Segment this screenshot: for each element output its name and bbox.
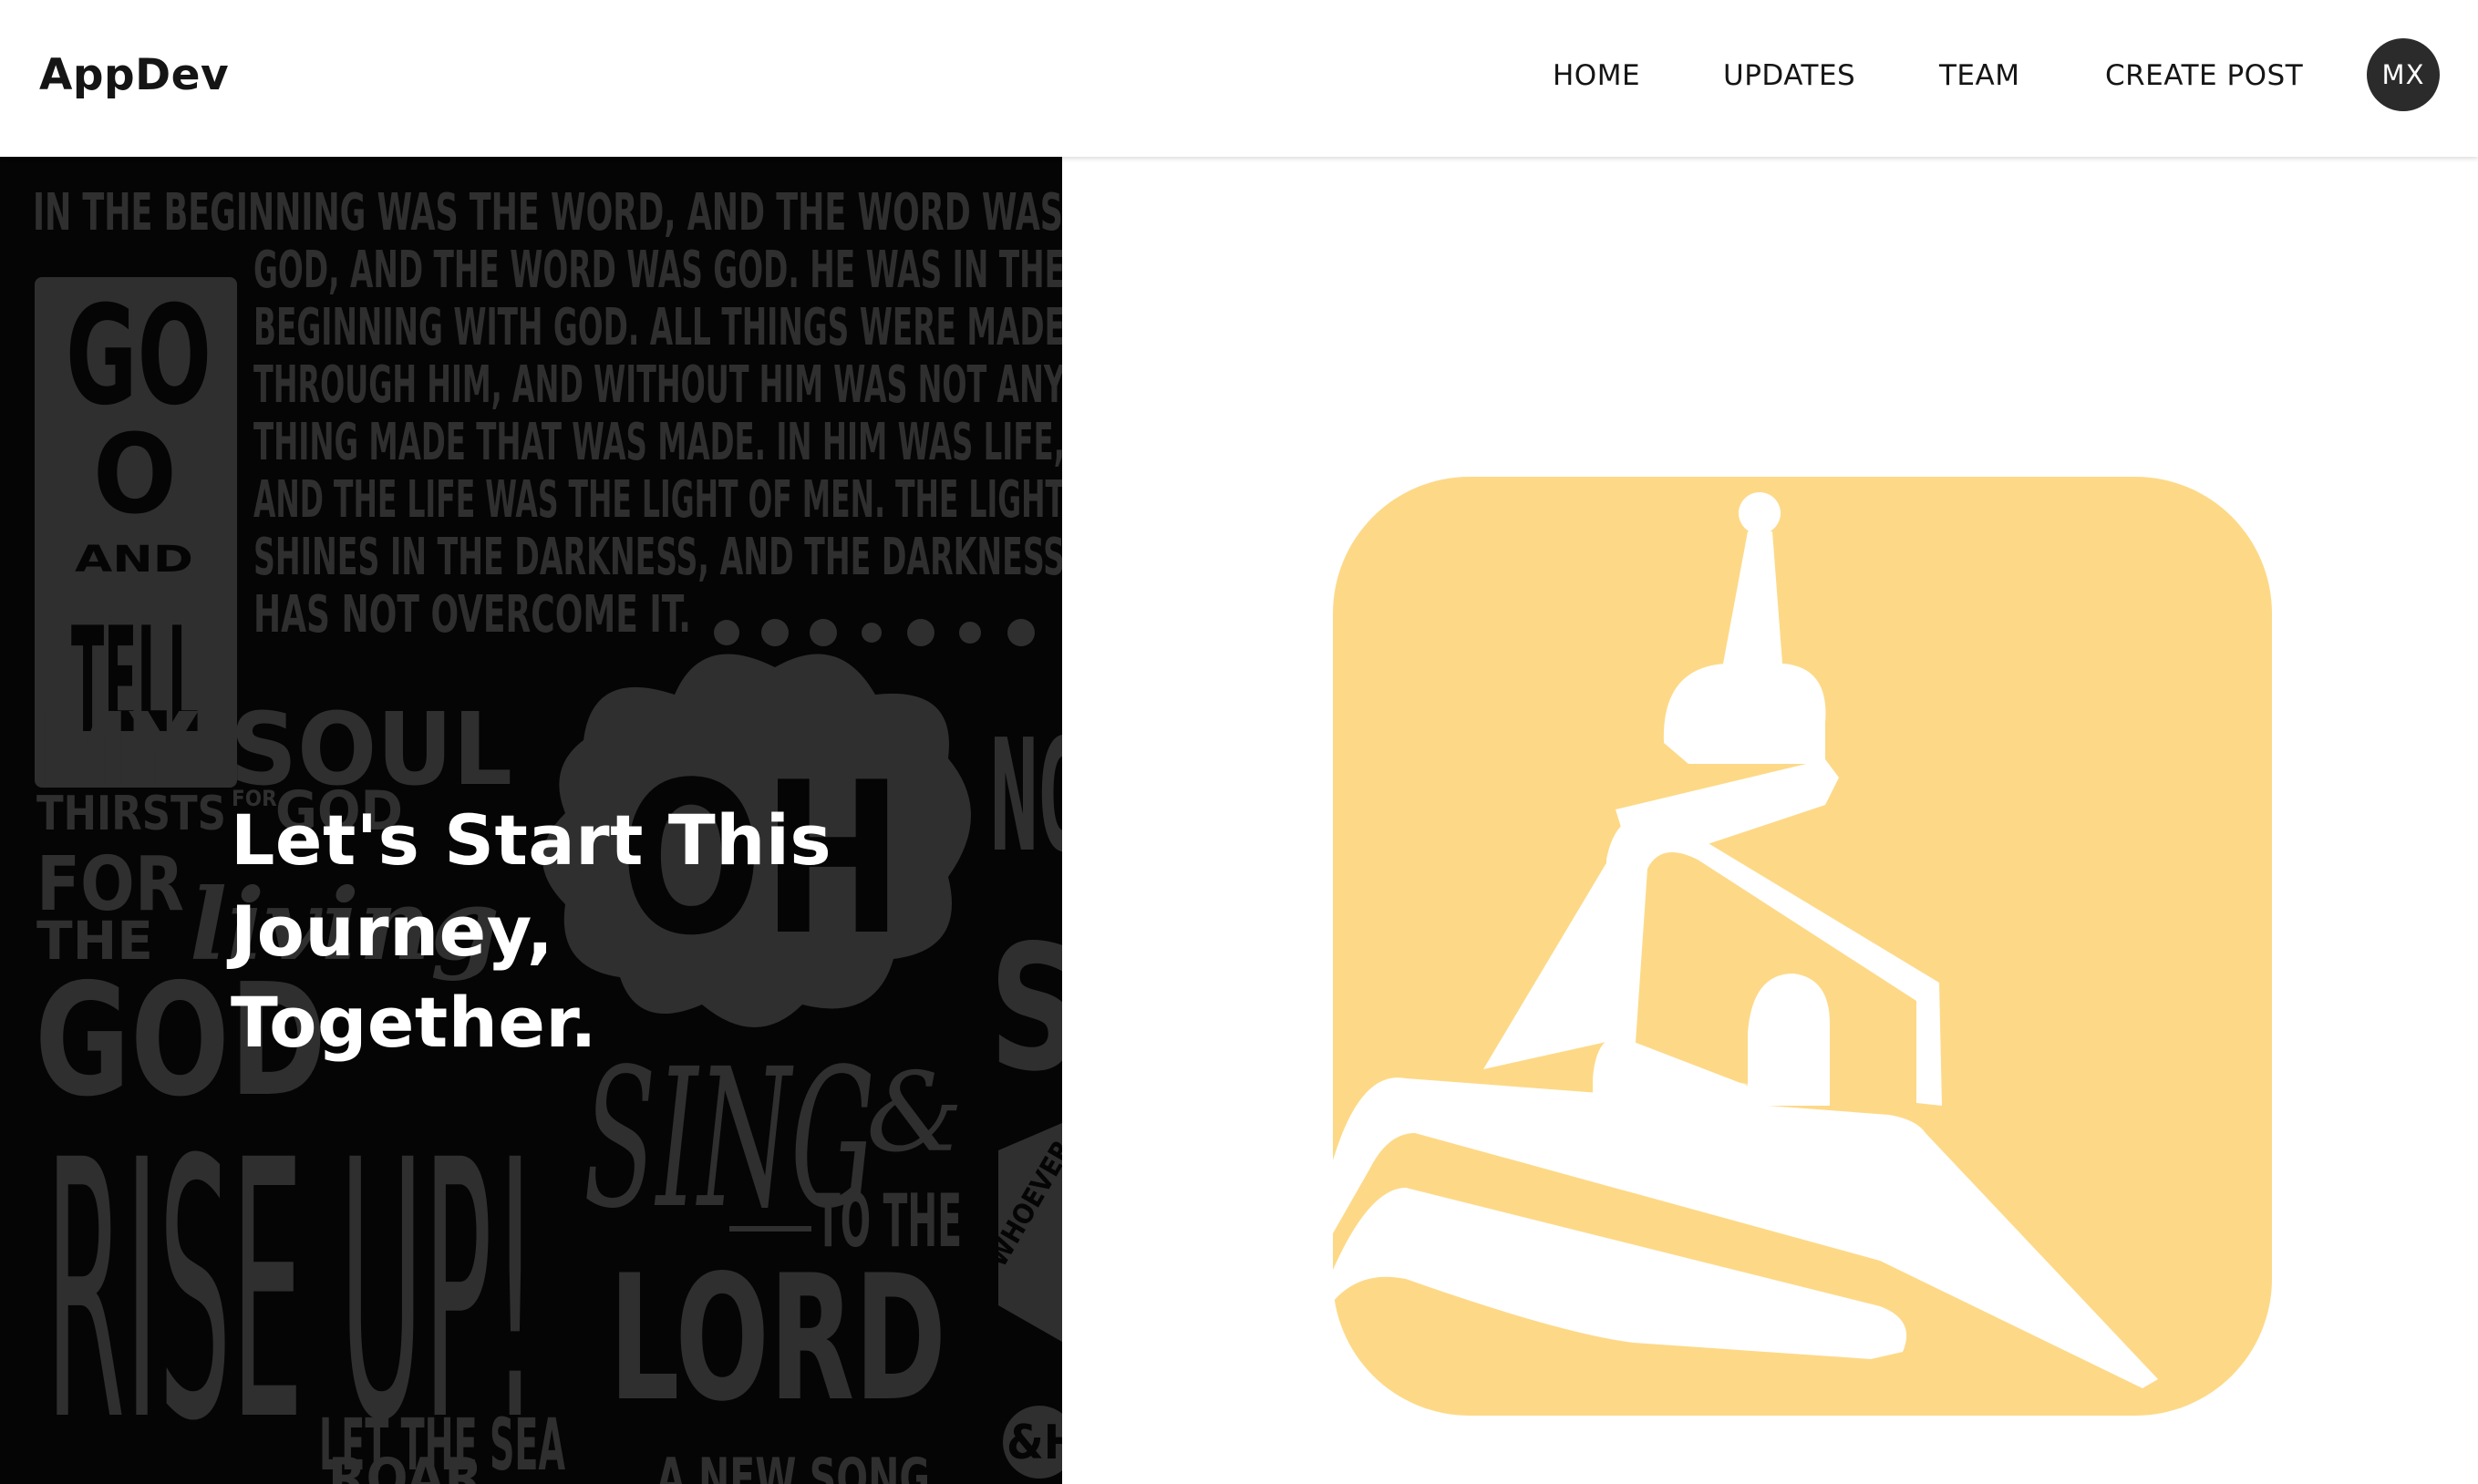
ampersand-script: & bbox=[866, 1050, 964, 1177]
verse-line: HAS NOT OVERCOME IT. bbox=[253, 585, 691, 644]
verse-line: AND THE LIFE WAS THE LIGHT OF MEN. THE L… bbox=[253, 470, 1062, 530]
a-new-song-text: A NEW SONG bbox=[656, 1447, 930, 1484]
hero-title-line-1: Let's Start This bbox=[231, 799, 832, 881]
hero-title-line-2: Journey, bbox=[231, 891, 554, 972]
to-the-rule bbox=[729, 1226, 811, 1232]
nav-link-updates[interactable]: UPDATES bbox=[1723, 57, 1855, 95]
amp-h-text: &H bbox=[1007, 1416, 1062, 1470]
nav-link-home[interactable]: HOME bbox=[1553, 57, 1640, 95]
nav-link-team[interactable]: TEAM bbox=[1939, 57, 2019, 95]
verse-line: THING MADE THAT WAS MADE. IN HIM WAS LIF… bbox=[253, 413, 1062, 472]
lord-text: LORD bbox=[609, 1238, 946, 1439]
brand-logo[interactable]: AppDev bbox=[39, 46, 229, 106]
user-avatar[interactable]: MX bbox=[2367, 38, 2440, 111]
verse-line: SHINES IN THE DARKNESS, AND THE DARKNESS bbox=[253, 528, 1062, 587]
o-letter: O bbox=[93, 412, 177, 539]
roar-text: ROAR bbox=[328, 1447, 482, 1484]
and-word: AND bbox=[75, 539, 193, 581]
thirsts-text: THIRSTS bbox=[36, 787, 226, 841]
verse-line: IN THE BEGINNING WAS THE WORD, AND THE W… bbox=[33, 183, 1062, 242]
hero-title: Let's Start This Journey, Together. bbox=[231, 795, 832, 1068]
s-text: S bbox=[989, 908, 1062, 1109]
nav-link-create-post[interactable]: CREATE POST bbox=[2105, 57, 2303, 95]
hero-lettering-panel: IN THE BEGINNING WAS THE WORD, AND THE W… bbox=[0, 157, 1062, 1484]
dot-row bbox=[714, 619, 1035, 646]
hero-title-line-3: Together. bbox=[231, 982, 597, 1063]
verse-line: THROUGH HIM, AND WITHOUT HIM WAS NOT ANY bbox=[253, 356, 1062, 415]
top-navbar: AppDev HOME UPDATES TEAM CREATE POST MX bbox=[0, 0, 2478, 157]
verse-line: BEGINNING WITH GOD. ALL THINGS WERE MADE bbox=[253, 298, 1062, 357]
hero-logo-panel bbox=[1062, 157, 2478, 1484]
verse-line: GOD, AND THE WORD WAS GOD. HE WAS IN THE bbox=[253, 241, 1062, 300]
church-steeple-logo-icon bbox=[1333, 477, 2272, 1416]
no-text: NO bbox=[989, 706, 1062, 887]
